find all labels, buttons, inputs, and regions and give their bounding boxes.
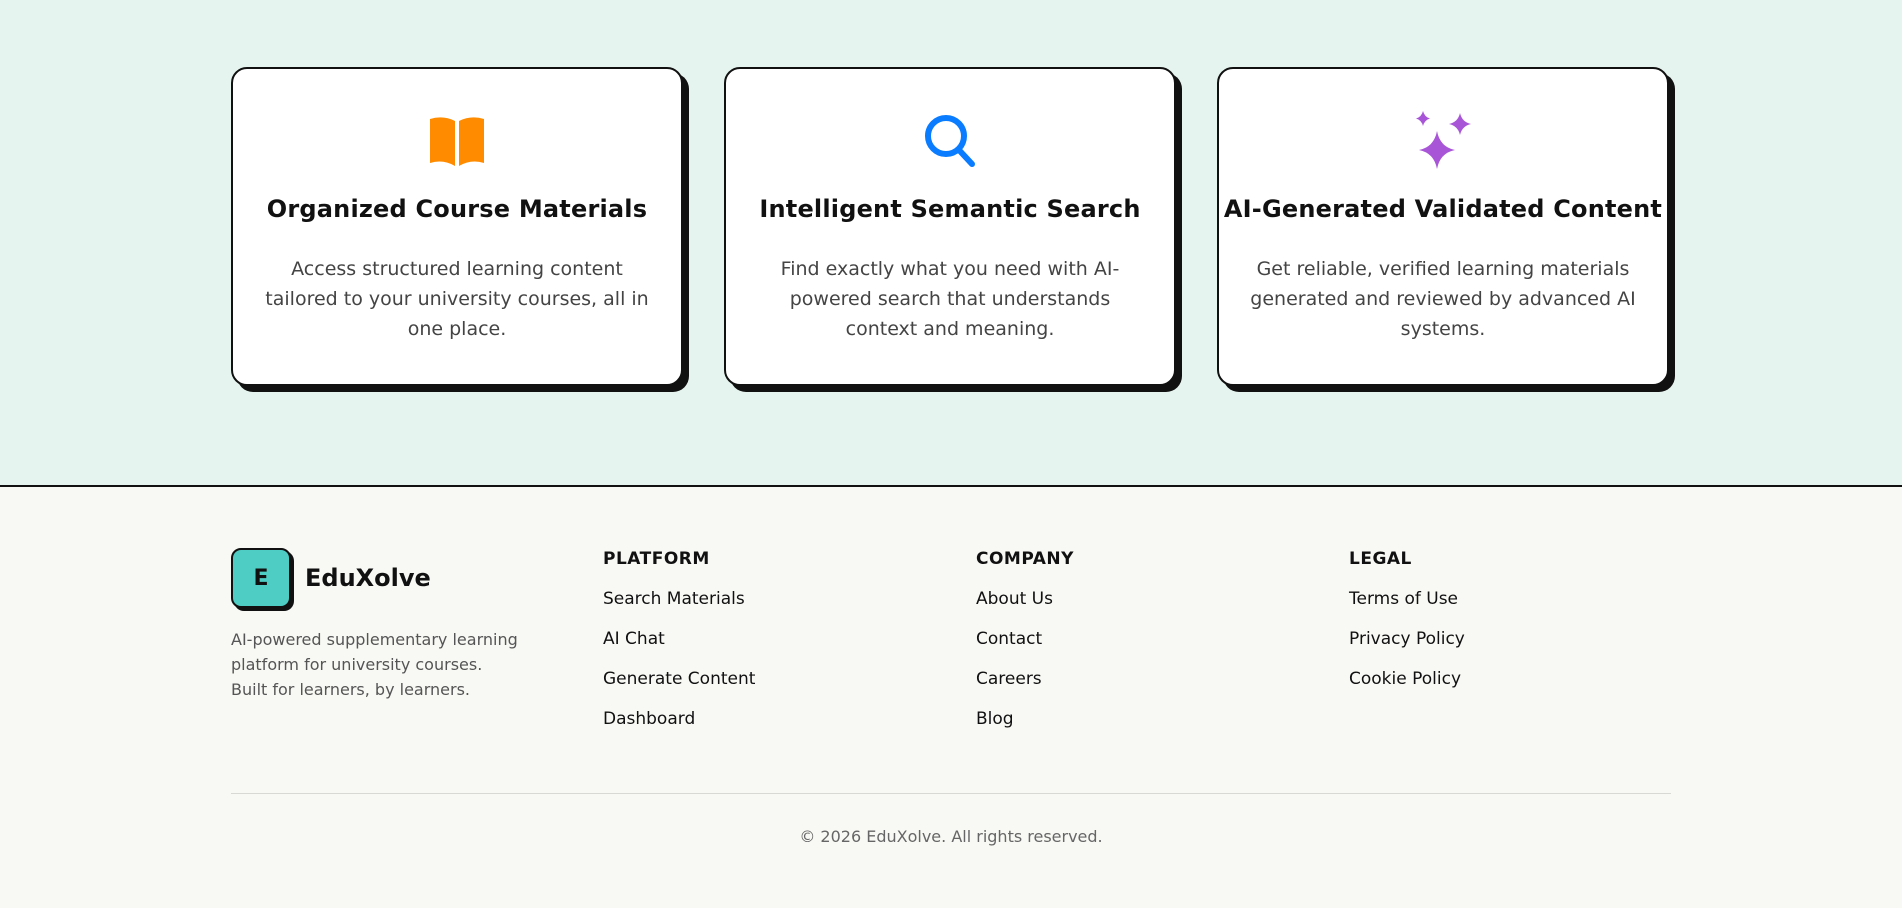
footer-link-cookie-policy[interactable]: Cookie Policy <box>1349 669 1465 689</box>
search-icon <box>726 109 1174 173</box>
feature-description: Access structured learning content tailo… <box>265 258 649 340</box>
footer-divider <box>231 793 1671 794</box>
footer-link-contact[interactable]: Contact <box>976 629 1074 649</box>
brand-description: AI-powered supplementary learning platfo… <box>231 627 551 702</box>
footer-column-heading: LEGAL <box>1349 549 1412 569</box>
features-section: Organized Course Materials Access struct… <box>0 0 1902 487</box>
footer-link-blog[interactable]: Blog <box>976 709 1074 729</box>
footer-link-careers[interactable]: Careers <box>976 669 1074 689</box>
footer-column-legal: LEGAL Terms of Use Privacy Policy Cookie… <box>1349 549 1465 709</box>
site-footer: E EduXolve AI-powered supplementary lear… <box>0 487 1902 908</box>
brand-name[interactable]: EduXolve <box>305 564 431 592</box>
footer-column-company: COMPANY About Us Contact Careers Blog <box>976 549 1074 749</box>
feature-description: Get reliable, verified learning material… <box>1250 258 1636 340</box>
footer-link-generate-content[interactable]: Generate Content <box>603 669 755 689</box>
open-book-icon <box>233 109 681 173</box>
footer-link-about-us[interactable]: About Us <box>976 589 1074 609</box>
feature-title: Organized Course Materials <box>266 195 648 223</box>
footer-link-privacy-policy[interactable]: Privacy Policy <box>1349 629 1465 649</box>
footer-link-ai-chat[interactable]: AI Chat <box>603 629 755 649</box>
footer-link-terms-of-use[interactable]: Terms of Use <box>1349 589 1465 609</box>
footer-column-heading: COMPANY <box>976 549 1074 569</box>
feature-title: Intelligent Semantic Search <box>759 195 1141 223</box>
feature-card-semantic-search: Intelligent Semantic Search Find exactly… <box>724 67 1176 386</box>
brand-logo[interactable]: E <box>231 548 291 608</box>
footer-link-dashboard[interactable]: Dashboard <box>603 709 755 729</box>
brand[interactable]: E EduXolve <box>231 548 431 608</box>
footer-link-search-materials[interactable]: Search Materials <box>603 589 755 609</box>
brand-description-line: AI-powered supplementary learning platfo… <box>231 630 518 674</box>
feature-title: AI-Generated Validated Content <box>1223 195 1663 223</box>
feature-description: Find exactly what you need with AI-power… <box>780 258 1120 340</box>
brand-description-tagline: Built for learners, by learners. <box>231 680 470 699</box>
sparkles-icon <box>1219 109 1667 173</box>
feature-card-course-materials: Organized Course Materials Access struct… <box>231 67 683 386</box>
feature-card-ai-content: AI-Generated Validated Content Get relia… <box>1217 67 1669 386</box>
footer-column-heading: PLATFORM <box>603 549 710 569</box>
copyright-text: © 2026 EduXolve. All rights reserved. <box>799 827 1103 846</box>
footer-column-platform: PLATFORM Search Materials AI Chat Genera… <box>603 549 755 749</box>
